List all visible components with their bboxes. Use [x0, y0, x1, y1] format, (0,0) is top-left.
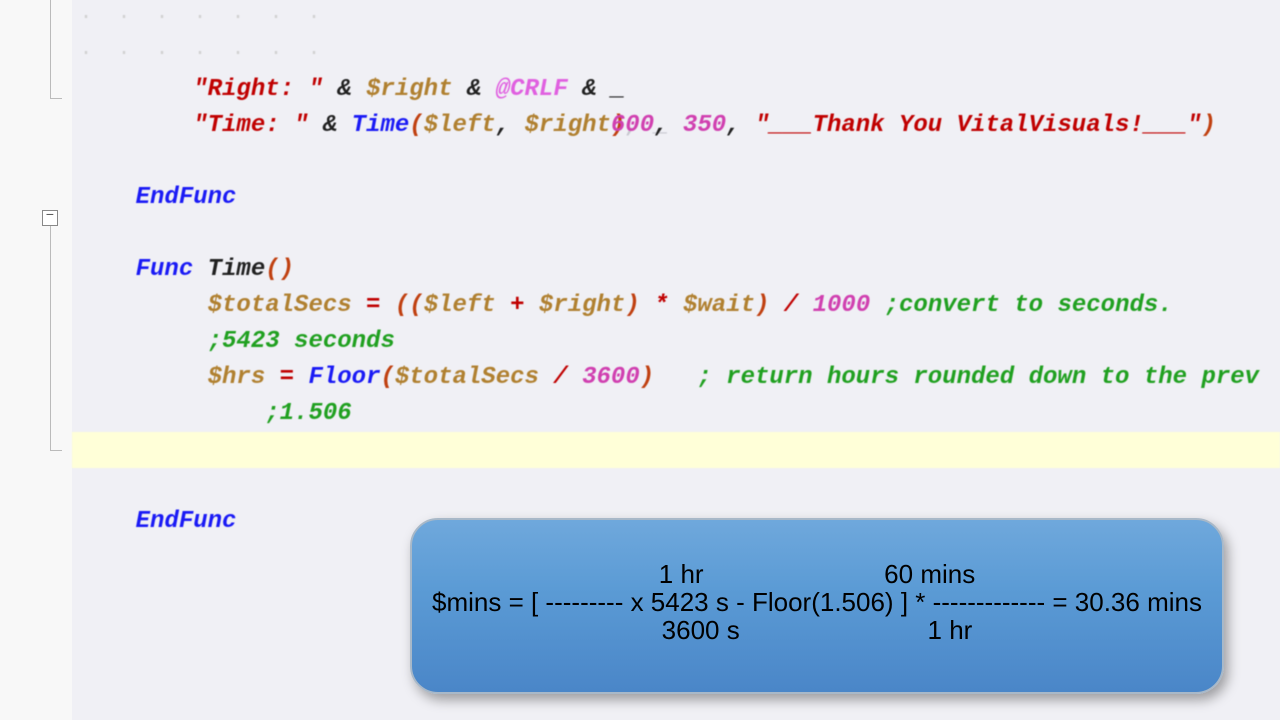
- code-line: ;5423 seconds: [72, 288, 1280, 324]
- code-line: ······· "Right: " & $right & @CRLF & _: [72, 0, 1280, 36]
- formula-callout: 1 hr 60 mins $mins = [ --------- x 5423 …: [410, 518, 1224, 694]
- code-line: $hrs = Floor($totalSecs / 3600) ; return…: [72, 324, 1280, 360]
- blank-line: [72, 108, 1280, 144]
- callout-row-mid: $mins = [ --------- x 5423 s - Floor(1.5…: [412, 588, 1222, 616]
- blank-line: [72, 180, 1280, 216]
- code-line: 600, 350, "___Thank You VitalVisuals!___…: [72, 72, 1280, 108]
- code-line: $mins = Floor( ( ($totalSecs / 3600) - $…: [72, 396, 1280, 432]
- code-line: Func Time(): [72, 216, 1280, 252]
- code-line: EndFunc: [72, 144, 1280, 180]
- gutter: −: [0, 0, 72, 720]
- code-editor[interactable]: ······· "Right: " & $right & @CRLF & _ ·…: [72, 0, 1280, 504]
- fold-toggle-icon[interactable]: −: [42, 210, 58, 226]
- callout-row-bot: 3600 s 1 hr: [412, 616, 1222, 644]
- code-line: $totalSecs = (($left + $right) * $wait) …: [72, 252, 1280, 288]
- callout-row-top: 1 hr 60 mins: [412, 560, 1222, 588]
- code-line: EndFunc: [72, 468, 1280, 504]
- code-line: ······· "Time: " & Time($left, $right), …: [72, 36, 1280, 72]
- code-line: ;1.506: [72, 360, 1280, 396]
- current-line: [72, 432, 1280, 468]
